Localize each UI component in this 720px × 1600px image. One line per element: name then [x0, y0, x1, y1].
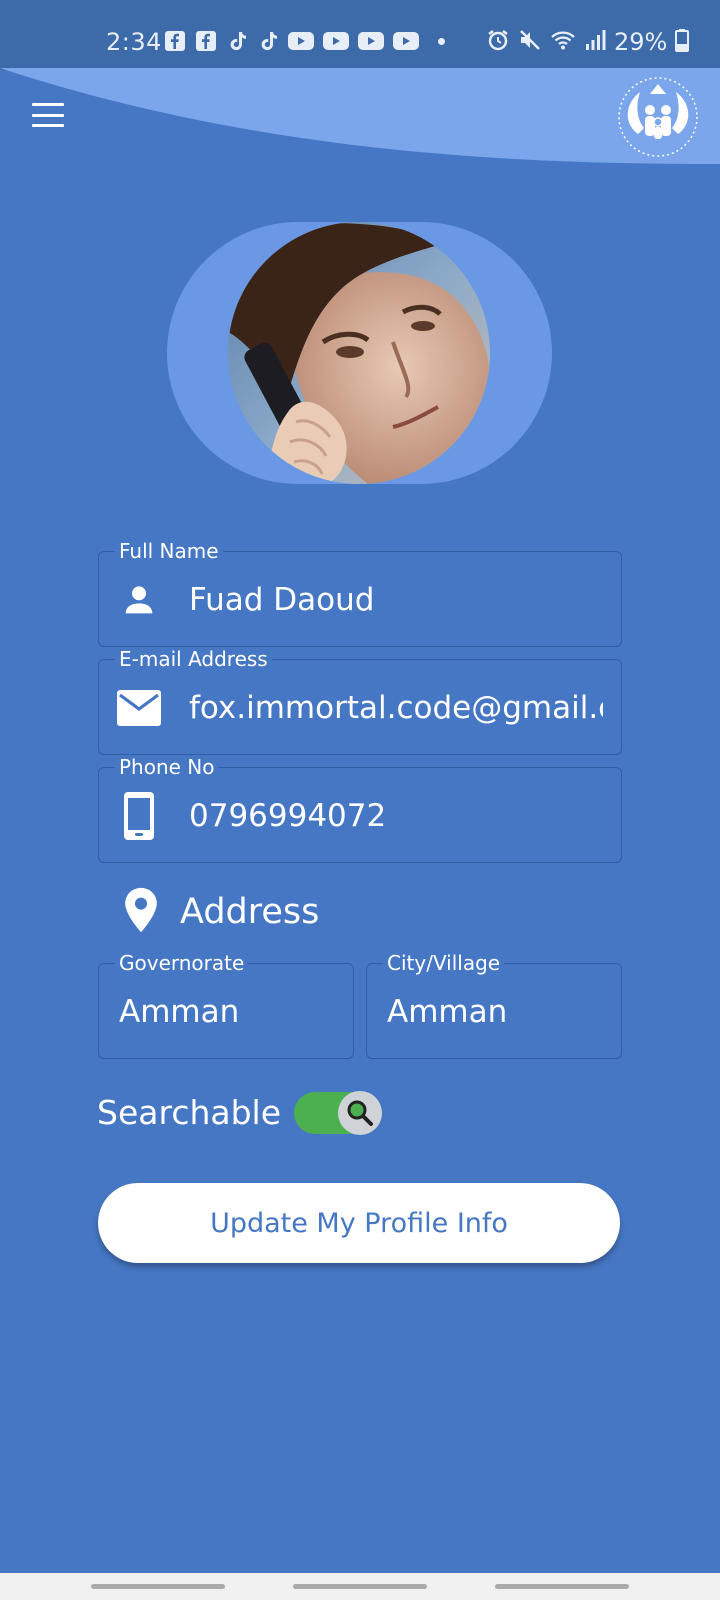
youtube-icon: [288, 30, 314, 52]
governorate-field[interactable]: Governorate Amman: [98, 951, 354, 1059]
email-input[interactable]: fox.immortal.code@gmail.com: [189, 688, 603, 728]
full-name-input[interactable]: Fuad Daoud: [189, 580, 603, 620]
address-heading: Address: [180, 892, 320, 932]
alarm-icon: [486, 28, 510, 56]
city-field[interactable]: City/Village Amman: [366, 951, 622, 1059]
nav-recent-button[interactable]: [91, 1584, 225, 1589]
youtube-icon: [358, 30, 384, 52]
full-name-label: Full Name: [115, 539, 223, 563]
hamburger-menu-icon[interactable]: [28, 98, 68, 132]
facebook-icon: [195, 30, 217, 52]
phone-input[interactable]: 0796994072: [189, 796, 603, 836]
nav-home-button[interactable]: [293, 1584, 427, 1589]
phone-label: Phone No: [115, 755, 219, 779]
smartphone-icon: [117, 792, 161, 840]
youtube-icon: [323, 30, 349, 52]
city-input[interactable]: Amman: [387, 992, 603, 1032]
battery-percentage: 29%: [614, 28, 668, 56]
phone-field[interactable]: Phone No 0796994072: [98, 755, 622, 863]
avatar[interactable]: [228, 222, 490, 484]
city-label: City/Village: [383, 951, 505, 975]
notification-icons: [164, 30, 445, 52]
search-icon: [338, 1091, 382, 1135]
youtube-icon: [393, 30, 419, 52]
person-icon: [117, 578, 161, 622]
status-bar: 2:34 29%: [0, 0, 720, 70]
update-profile-button[interactable]: Update My Profile Info: [98, 1183, 620, 1263]
status-time: 2:34: [106, 28, 162, 56]
navigation-bar: [0, 1573, 720, 1600]
mute-icon: [518, 28, 542, 56]
searchable-label: Searchable: [97, 1093, 282, 1132]
tiktok-icon: [257, 30, 279, 52]
header-wave: [0, 68, 720, 164]
more-notifications-dot: [438, 37, 445, 45]
battery-icon: [675, 28, 690, 56]
facebook-icon: [164, 30, 186, 52]
governorate-input[interactable]: Amman: [119, 992, 335, 1032]
governorate-label: Governorate: [115, 951, 249, 975]
searchable-toggle[interactable]: [294, 1091, 382, 1135]
wifi-icon: [550, 28, 576, 56]
nav-back-button[interactable]: [495, 1584, 629, 1589]
tiktok-icon: [226, 30, 248, 52]
system-status: 29%: [486, 28, 690, 56]
email-label: E-mail Address: [115, 647, 272, 671]
email-field[interactable]: E-mail Address fox.immortal.code@gmail.c…: [98, 647, 622, 755]
full-name-field[interactable]: Full Name Fuad Daoud: [98, 539, 622, 647]
mail-icon: [117, 686, 161, 730]
location-pin-icon: [122, 886, 160, 934]
family-protection-logo: [614, 76, 702, 158]
signal-icon: [584, 28, 606, 56]
